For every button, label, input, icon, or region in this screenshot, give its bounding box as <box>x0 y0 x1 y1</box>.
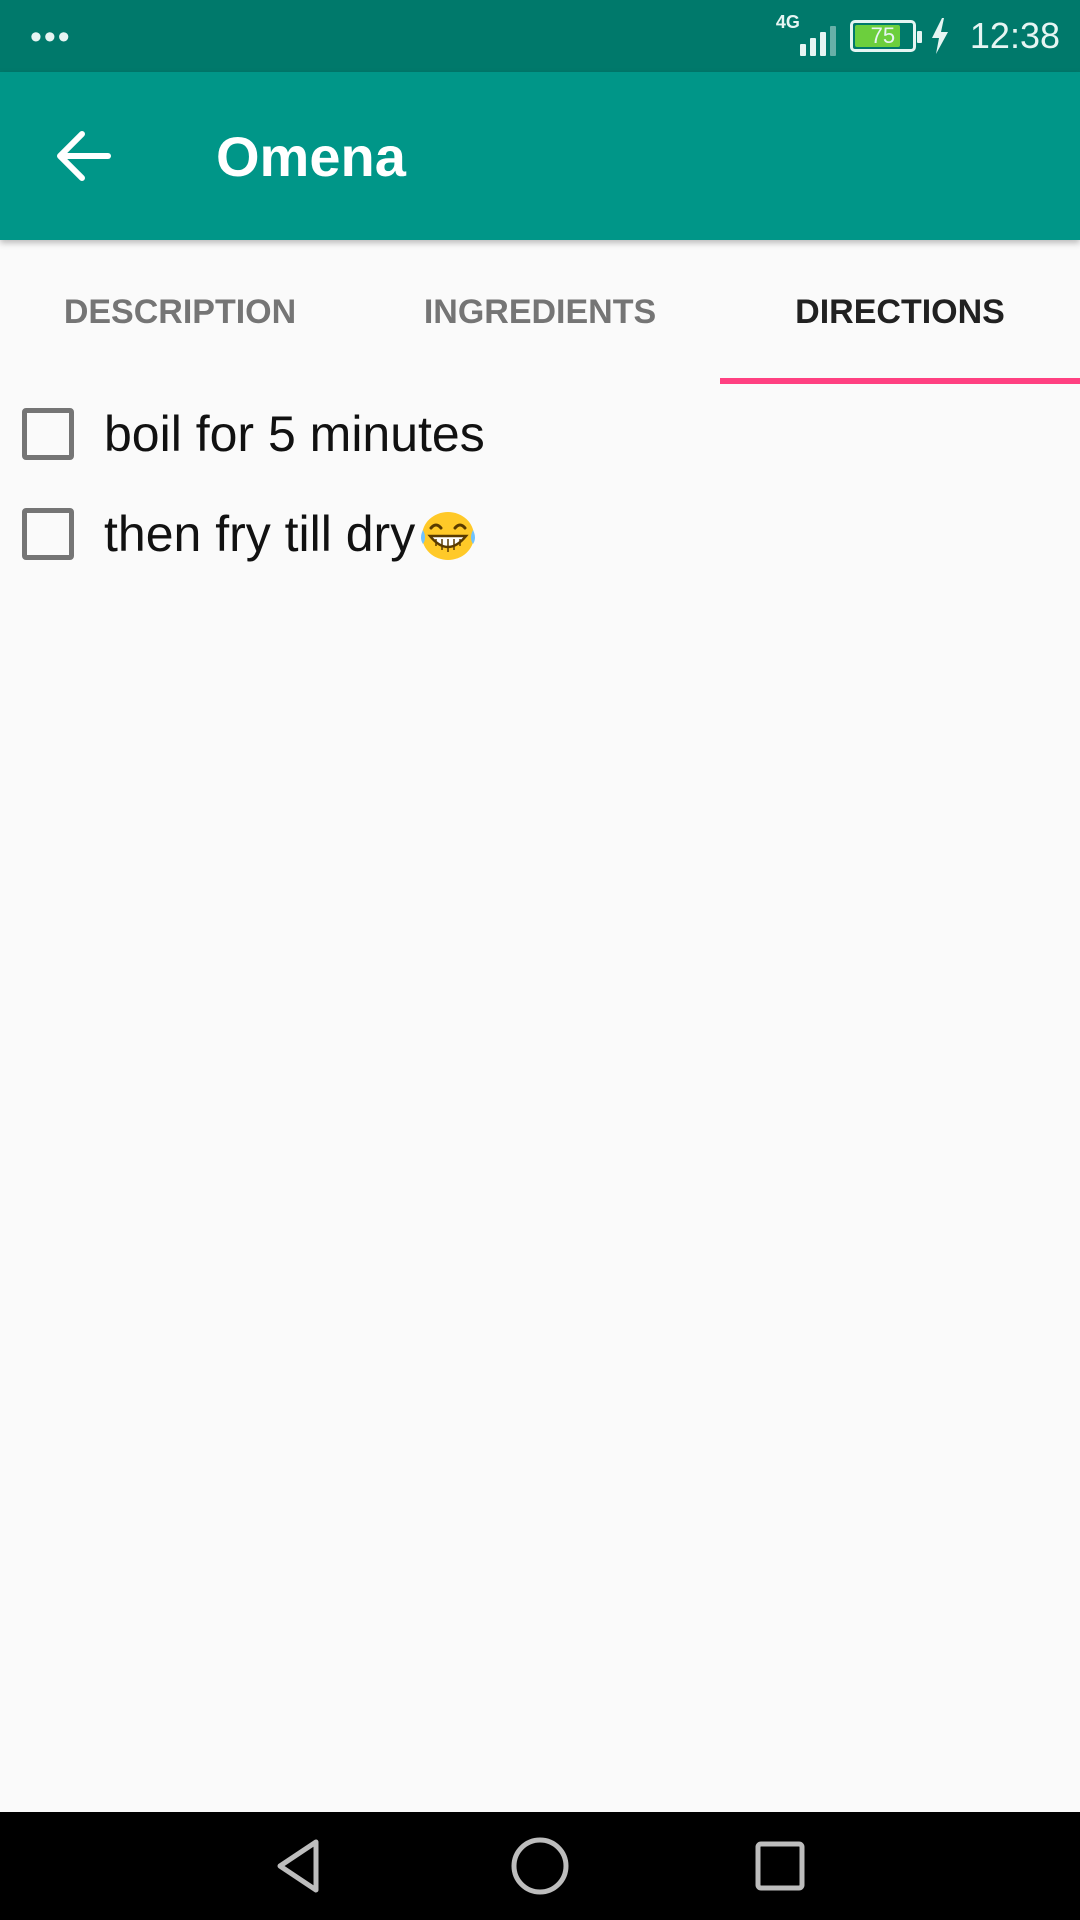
status-bar: ••• 4G 75 12:38 <box>0 0 1080 72</box>
tab-ingredients[interactable]: INGREDIENTS <box>360 240 720 384</box>
recents-square-icon[interactable] <box>748 1834 812 1898</box>
tab-description[interactable]: DESCRIPTION <box>0 240 360 384</box>
status-indicators: 4G 75 12:38 <box>776 10 1060 62</box>
charging-bolt-icon <box>931 18 948 54</box>
cellular-signal-icon: 4G <box>776 12 836 60</box>
recipe-tabs: DESCRIPTION INGREDIENTS DIRECTIONS <box>0 240 1080 384</box>
list-item: then fry till dry <box>0 484 1080 584</box>
back-arrow-icon[interactable] <box>48 120 120 192</box>
list-item: boil for 5 minutes <box>0 384 1080 484</box>
direction-checkbox[interactable] <box>22 408 74 460</box>
direction-checkbox[interactable] <box>22 508 74 560</box>
page-title: Omena <box>216 125 406 188</box>
status-time: 12:38 <box>969 15 1060 56</box>
direction-text: then fry till dry <box>104 505 479 563</box>
more-notifications-icon: ••• <box>30 18 72 56</box>
direction-text: boil for 5 minutes <box>104 406 485 462</box>
directions-list: boil for 5 minutes then fry till dry <box>0 384 1080 584</box>
tab-directions[interactable]: DIRECTIONS <box>720 240 1080 384</box>
back-triangle-icon[interactable] <box>268 1834 332 1898</box>
battery-percentage: 75 <box>870 23 896 48</box>
network-type-label: 4G <box>775 12 800 32</box>
battery-icon: 75 <box>849 20 922 52</box>
system-navigation-bar <box>0 1812 1080 1920</box>
laughing-face-emoji-icon <box>421 512 476 560</box>
direction-text-label: then fry till dry <box>104 506 416 562</box>
home-circle-icon[interactable] <box>508 1834 572 1898</box>
app-bar: Omena <box>0 72 1080 240</box>
